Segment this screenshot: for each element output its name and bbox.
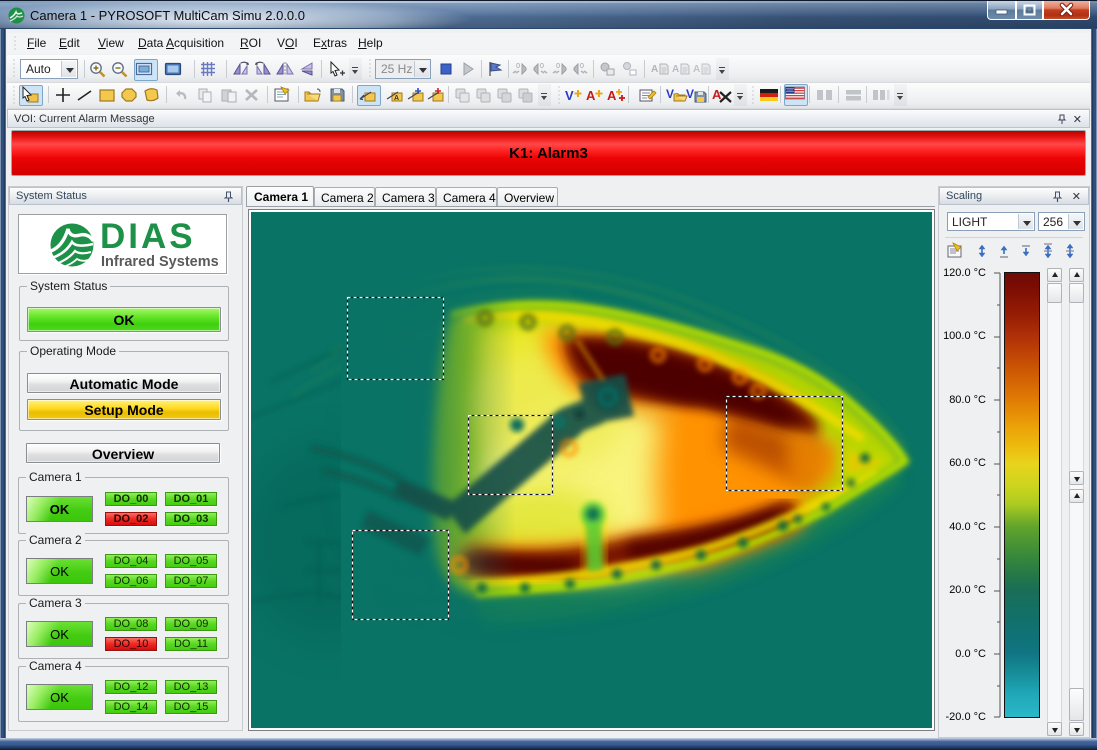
svg-text:V: V [565, 88, 574, 103]
svg-text:0: 0 [540, 63, 544, 70]
svg-text:A: A [712, 87, 722, 102]
svg-text:0: 0 [556, 63, 560, 70]
svg-text:A: A [651, 64, 658, 75]
svg-text:0: 0 [516, 63, 520, 70]
svg-text:V: V [686, 87, 694, 101]
svg-text:A: A [693, 64, 700, 75]
svg-text:A: A [394, 95, 399, 102]
svg-text:V: V [666, 87, 674, 101]
svg-text:A: A [607, 88, 617, 103]
svg-text:A: A [586, 88, 596, 103]
svg-text:A: A [672, 64, 679, 75]
svg-text:0: 0 [580, 63, 584, 70]
